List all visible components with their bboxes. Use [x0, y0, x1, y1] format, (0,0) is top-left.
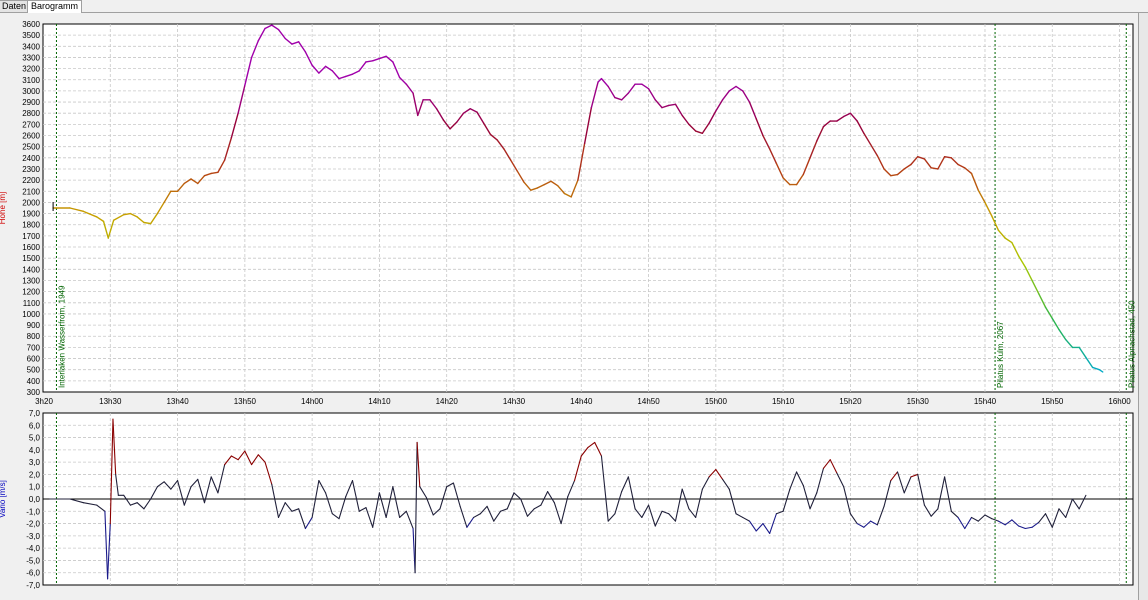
vario-y-tick-label: -4,0 — [26, 544, 40, 553]
vario-y-tick-label: 4,0 — [29, 446, 41, 455]
x-tick-label: 15h00 — [705, 397, 728, 406]
alt-y-tick-label: 600 — [27, 355, 41, 364]
alt-y-tick-label: 800 — [27, 332, 41, 341]
alt-y-tick-label: 2000 — [22, 198, 40, 207]
tab-barogramm[interactable]: Barogramm — [27, 0, 83, 13]
vario-y-tick-label: 5,0 — [29, 434, 41, 443]
alt-y-tick-label: 3300 — [22, 53, 40, 62]
waypoint-label: Interlaken Wasserfrom, 1949 — [57, 285, 66, 388]
alt-y-tick-label: 1600 — [22, 243, 40, 252]
alt-y-tick-label: 3000 — [22, 87, 40, 96]
vario-y-tick-label: -6,0 — [26, 569, 40, 578]
alt-y-tick-label: 500 — [27, 366, 41, 375]
vario-y-tick-label: -7,0 — [26, 581, 40, 590]
alt-y-tick-label: 2900 — [22, 98, 40, 107]
tab-daten[interactable]: Daten — [0, 0, 31, 12]
x-tick-label: 14h10 — [368, 397, 391, 406]
x-tick-label: 15h20 — [839, 397, 862, 406]
x-tick-label: 13h40 — [166, 397, 189, 406]
altitude-panel: 300 400 500 600 700 800 900 1000 1100 1200 1300 140… — [0, 20, 1136, 406]
alt-y-tick-label: 2100 — [22, 187, 40, 196]
alt-y-tick-label: 700 — [27, 343, 41, 352]
x-tick-label: 13h50 — [234, 397, 257, 406]
alt-y-axis-label: Höhe [m] — [0, 192, 7, 224]
alt-y-tick-label: 1700 — [22, 232, 40, 241]
alt-y-tick-label: 2500 — [22, 143, 40, 152]
alt-y-tick-label: 2200 — [22, 176, 40, 185]
alt-y-tick-label: 3500 — [22, 31, 40, 40]
alt-y-tick-label: 300 — [27, 388, 41, 397]
alt-y-tick-label: 1100 — [23, 299, 41, 308]
vario-y-tick-label: 6,0 — [29, 421, 41, 430]
waypoint-label: Pilatus Kulm, 2067 — [996, 321, 1005, 388]
waypoint-label: Pilatus Alpnachstad, 450 — [1127, 300, 1136, 388]
x-tick-label: 15h50 — [1041, 397, 1064, 406]
vario-y-tick-label: 1,0 — [29, 483, 41, 492]
x-tick-label: 15h10 — [772, 397, 795, 406]
vario-panel: 7,0 6,0 5,0 4,0 3,0 2,0 1,0 0,0 -1,0 -2,0 -3,0 -4,0… — [0, 409, 1134, 590]
alt-y-tick-label: 1500 — [22, 254, 40, 263]
alt-y-tick-label: 900 — [27, 321, 41, 330]
alt-y-tick-label: 2400 — [22, 154, 40, 163]
x-tick-label: 15h30 — [907, 397, 930, 406]
x-tick-label: 3h20 — [35, 397, 53, 406]
vario-y-tick-label: 0,0 — [29, 495, 41, 504]
alt-y-tick-label: 2300 — [22, 165, 40, 174]
altitude-plot-area — [42, 23, 1134, 393]
alt-y-tick-label: 1800 — [22, 221, 40, 230]
alt-y-tick-label: 3400 — [22, 42, 40, 51]
x-tick-label: 14h50 — [637, 397, 660, 406]
vario-y-tick-label: -1,0 — [26, 507, 40, 516]
alt-y-tick-label: 2700 — [22, 120, 40, 129]
alt-y-tick-label: 3200 — [22, 65, 40, 74]
tab-bar: Daten Barogramm — [0, 0, 1148, 13]
barogram-chart: 300 400 500 600 700 800 900 1000 1100 1200 1300 140… — [0, 13, 1138, 600]
x-tick-label: 14h20 — [436, 397, 459, 406]
vario-y-axis-label: Vario [m/s] — [0, 480, 7, 518]
x-tick-label: 16h00 — [1108, 397, 1131, 406]
vario-y-tick-label: -5,0 — [26, 556, 40, 565]
alt-y-tick-label: 2800 — [22, 109, 40, 118]
vario-y-tick-label: -2,0 — [26, 520, 40, 529]
vario-y-tick-label: 2,0 — [29, 470, 41, 479]
vario-y-tick-label: 7,0 — [29, 409, 41, 418]
alt-y-tick-label: 3600 — [22, 20, 40, 29]
alt-y-tick-label: 1000 — [22, 310, 40, 319]
alt-y-tick-label: 1900 — [22, 210, 40, 219]
x-tick-label: 14h30 — [503, 397, 526, 406]
alt-y-tick-label: 1400 — [22, 265, 40, 274]
x-tick-label: 15h40 — [974, 397, 997, 406]
alt-y-tick-label: 3100 — [22, 76, 40, 85]
side-scrollbar[interactable] — [1138, 13, 1148, 600]
x-tick-label: 14h40 — [570, 397, 593, 406]
alt-y-tick-label: 1200 — [22, 288, 40, 297]
alt-y-tick-label: 1300 — [22, 276, 40, 285]
x-tick-label: 13h30 — [99, 397, 122, 406]
alt-y-tick-label: 400 — [27, 377, 41, 386]
alt-y-tick-label: 2600 — [22, 132, 40, 141]
vario-y-tick-label: 3,0 — [29, 458, 41, 467]
vario-y-tick-label: -3,0 — [26, 532, 40, 541]
x-tick-label: 14h00 — [301, 397, 324, 406]
